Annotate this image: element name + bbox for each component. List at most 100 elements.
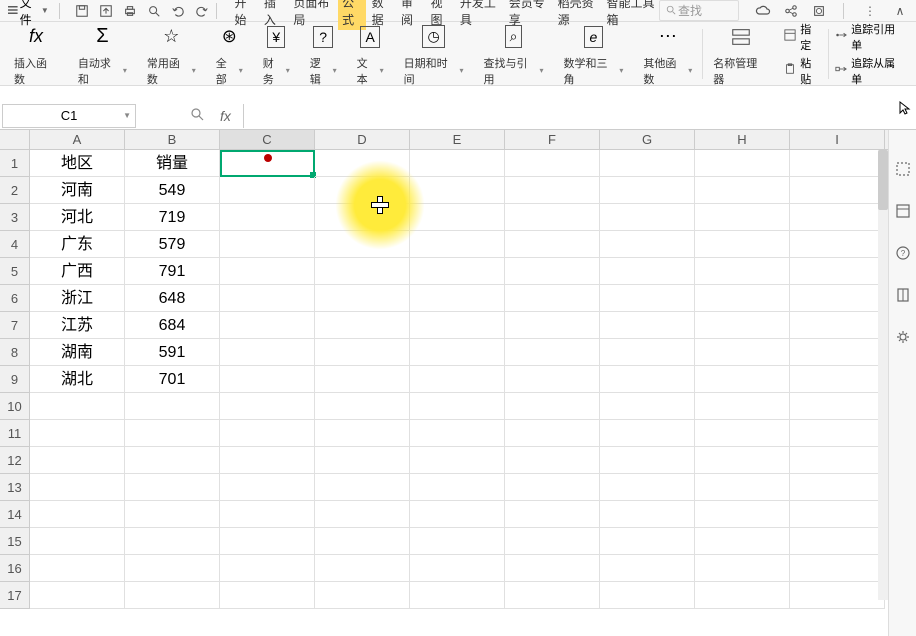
cell[interactable] (695, 474, 790, 501)
cell[interactable] (695, 447, 790, 474)
vertical-scrollbar[interactable] (878, 150, 888, 600)
cell[interactable] (695, 420, 790, 447)
cell[interactable] (695, 528, 790, 555)
cell[interactable] (410, 285, 505, 312)
panel-help-icon[interactable]: ? (894, 244, 912, 262)
cell[interactable] (315, 204, 410, 231)
cell[interactable] (695, 258, 790, 285)
cell[interactable]: 河北 (30, 204, 125, 231)
common-functions-button[interactable]: ☆ 常用函数▾ (137, 19, 206, 89)
cell[interactable] (125, 447, 220, 474)
cloud-icon[interactable] (755, 3, 771, 19)
print-icon[interactable] (122, 3, 138, 19)
logical-button[interactable]: ? 逻辑▾ (300, 19, 347, 89)
cell[interactable] (600, 204, 695, 231)
cell[interactable] (790, 150, 885, 177)
cell[interactable] (125, 555, 220, 582)
cell[interactable] (790, 285, 885, 312)
row-header[interactable]: 12 (0, 447, 30, 474)
cell[interactable] (600, 177, 695, 204)
cell[interactable] (600, 582, 695, 609)
row-header[interactable]: 10 (0, 393, 30, 420)
cell[interactable] (600, 150, 695, 177)
lookup-button[interactable]: ⌕ 查找与引用▾ (474, 19, 554, 89)
cell[interactable] (790, 555, 885, 582)
cell[interactable] (695, 312, 790, 339)
cell[interactable] (505, 366, 600, 393)
undo-icon[interactable] (170, 3, 186, 19)
cell[interactable]: 广东 (30, 231, 125, 258)
col-header-H[interactable]: H (695, 130, 790, 149)
cell[interactable] (410, 339, 505, 366)
cell[interactable] (505, 285, 600, 312)
cell[interactable] (505, 501, 600, 528)
cell[interactable] (30, 528, 125, 555)
cell[interactable] (410, 555, 505, 582)
cell[interactable] (790, 366, 885, 393)
cell[interactable] (30, 474, 125, 501)
row-header[interactable]: 3 (0, 204, 30, 231)
cell[interactable] (30, 582, 125, 609)
cell[interactable]: 579 (125, 231, 220, 258)
cell[interactable] (600, 420, 695, 447)
cell[interactable] (220, 501, 315, 528)
col-header-F[interactable]: F (505, 130, 600, 149)
cell[interactable] (600, 447, 695, 474)
cell[interactable] (695, 285, 790, 312)
cell[interactable]: 销量 (125, 150, 220, 177)
col-header-C[interactable]: C (220, 130, 315, 149)
assign-button[interactable]: 指定 (784, 21, 822, 53)
cell[interactable] (220, 582, 315, 609)
cell[interactable] (410, 258, 505, 285)
cell[interactable] (220, 312, 315, 339)
cell[interactable] (600, 285, 695, 312)
trace-dependents-button[interactable]: 追踪从属单 (835, 55, 906, 87)
cell[interactable] (600, 366, 695, 393)
cell[interactable] (220, 393, 315, 420)
cell[interactable] (790, 393, 885, 420)
more-icon[interactable]: ⋮ (860, 4, 880, 18)
cell[interactable] (505, 339, 600, 366)
share-icon[interactable] (783, 3, 799, 19)
row-header[interactable]: 2 (0, 177, 30, 204)
cell[interactable] (410, 150, 505, 177)
cell[interactable] (410, 366, 505, 393)
cell[interactable] (695, 339, 790, 366)
cell[interactable] (315, 150, 410, 177)
redo-icon[interactable] (194, 3, 210, 19)
select-all-corner[interactable] (0, 130, 30, 149)
cell[interactable] (315, 501, 410, 528)
cell[interactable] (790, 447, 885, 474)
cell[interactable] (315, 555, 410, 582)
cell[interactable]: 701 (125, 366, 220, 393)
cell[interactable] (505, 528, 600, 555)
cell[interactable] (695, 393, 790, 420)
cell[interactable] (600, 501, 695, 528)
cell[interactable] (220, 258, 315, 285)
other-functions-button[interactable]: ⋯ 其他函数▾ (633, 19, 702, 89)
cell[interactable] (410, 528, 505, 555)
col-header-I[interactable]: I (790, 130, 885, 149)
cell[interactable] (505, 231, 600, 258)
row-header[interactable]: 17 (0, 582, 30, 609)
cell[interactable] (315, 312, 410, 339)
chevron-down-icon[interactable]: ▼ (123, 111, 131, 120)
cell[interactable] (600, 312, 695, 339)
cell[interactable] (315, 258, 410, 285)
formula-input[interactable] (243, 104, 916, 128)
panel-settings-icon[interactable] (894, 328, 912, 346)
cell[interactable] (600, 555, 695, 582)
cell[interactable] (695, 204, 790, 231)
cell[interactable] (125, 582, 220, 609)
cell[interactable] (505, 555, 600, 582)
col-header-G[interactable]: G (600, 130, 695, 149)
cell[interactable] (695, 555, 790, 582)
cell[interactable] (790, 501, 885, 528)
cell[interactable] (125, 528, 220, 555)
row-header[interactable]: 14 (0, 501, 30, 528)
col-header-B[interactable]: B (125, 130, 220, 149)
row-header[interactable]: 7 (0, 312, 30, 339)
cell[interactable] (790, 339, 885, 366)
cell[interactable] (600, 474, 695, 501)
cell[interactable]: 地区 (30, 150, 125, 177)
